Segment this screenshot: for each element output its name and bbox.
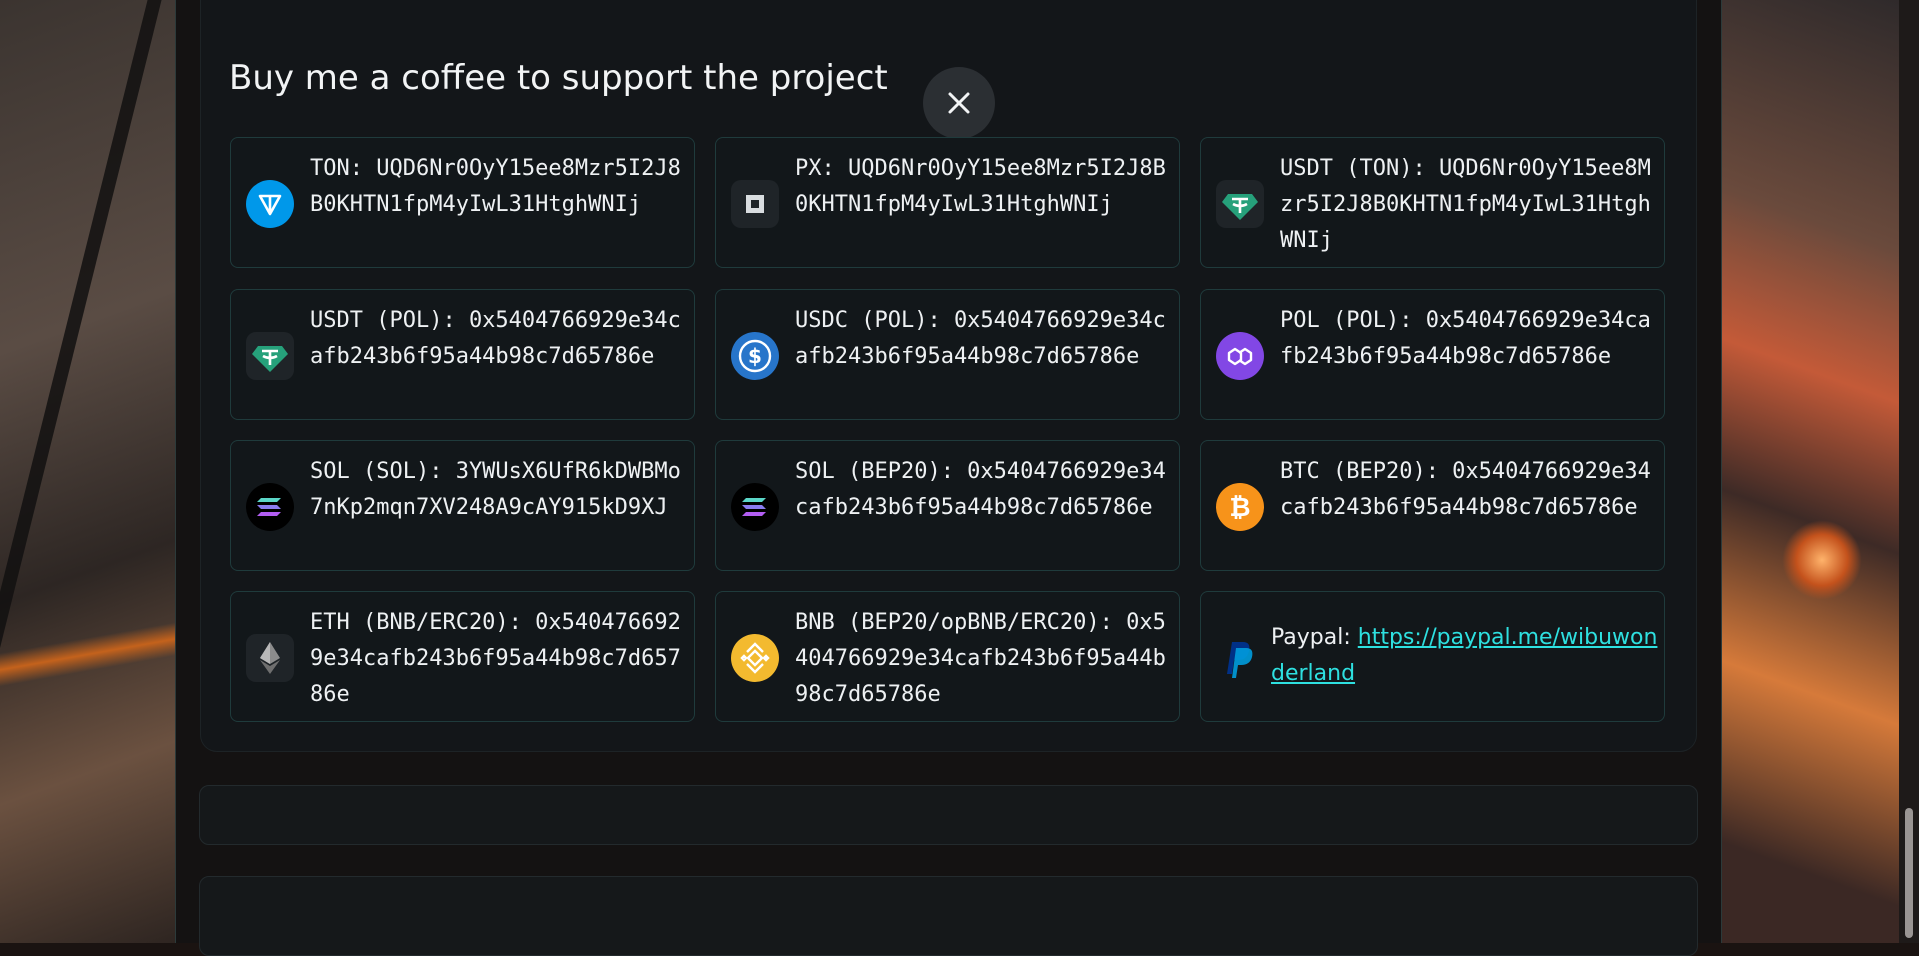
wallet-card-usdc-pol[interactable]: $ USDC (POL): 0x5404766929e34cafb243b6f9…	[715, 289, 1180, 420]
scrollbar-thumb[interactable]	[1905, 808, 1913, 938]
close-icon	[948, 92, 970, 114]
background-art-right	[1722, 0, 1899, 943]
bnb-icon	[731, 634, 779, 682]
solana-icon	[731, 483, 779, 531]
usdc-icon: $	[731, 332, 779, 380]
wallet-card-eth[interactable]: ETH (BNB/ERC20): 0x5404766929e34cafb243b…	[230, 591, 695, 722]
scrollbar[interactable]	[1899, 0, 1919, 943]
svg-text:₿: ₿	[1229, 493, 1250, 523]
modal-title: Buy me a coffee to support the project	[229, 58, 888, 98]
wallet-address-text: TON: UQD6Nr0OyY15ee8Mzr5I2J8B0KHTN1fpM4y…	[310, 156, 681, 217]
wallet-card-sol[interactable]: SOL (SOL): 3YWUsX6UfR6kDWBMo7nKp2mqn7XV2…	[230, 440, 695, 571]
paypal-label: Paypal:	[1271, 625, 1358, 650]
wallet-card-bnb[interactable]: BNB (BEP20/opBNB/ERC20): 0x5404766929e34…	[715, 591, 1180, 722]
ton-icon	[246, 180, 294, 228]
wallet-address-text: BTC (BEP20): 0x5404766929e34cafb243b6f95…	[1280, 459, 1651, 520]
wallet-card-ton[interactable]: TON: UQD6Nr0OyY15ee8Mzr5I2J8B0KHTN1fpM4y…	[230, 137, 695, 268]
close-button[interactable]	[923, 67, 995, 139]
wallet-address-text: PX: UQD6Nr0OyY15ee8Mzr5I2J8B0KHTN1fpM4yI…	[795, 156, 1166, 217]
usdt-icon	[246, 332, 294, 380]
wallet-card-paypal: Paypal: https://paypal.me/wibuwonderland	[1200, 591, 1665, 722]
polygon-icon	[1216, 332, 1264, 380]
bitcoin-icon: ₿	[1216, 483, 1264, 531]
px-icon	[731, 180, 779, 228]
wallet-card-px[interactable]: PX: UQD6Nr0OyY15ee8Mzr5I2J8B0KHTN1fpM4yI…	[715, 137, 1180, 268]
wallet-address-text: USDT (POL): 0x5404766929e34cafb243b6f95a…	[310, 308, 681, 369]
solana-icon	[246, 483, 294, 531]
wallet-address-text: BNB (BEP20/opBNB/ERC20): 0x5404766929e34…	[795, 610, 1166, 707]
wallet-address-text: USDT (TON): UQD6Nr0OyY15ee8Mzr5I2J8B0KHT…	[1280, 156, 1651, 253]
usdt-icon	[1216, 180, 1264, 228]
wallet-address-text: ETH (BNB/ERC20): 0x5404766929e34cafb243b…	[310, 610, 681, 707]
ethereum-icon	[246, 634, 294, 682]
wallet-address-text: SOL (BEP20): 0x5404766929e34cafb243b6f95…	[795, 459, 1166, 520]
wallet-card-sol-bep20[interactable]: SOL (BEP20): 0x5404766929e34cafb243b6f95…	[715, 440, 1180, 571]
background-art-left	[0, 0, 175, 943]
wallet-card-usdt-ton[interactable]: USDT (TON): UQD6Nr0OyY15ee8Mzr5I2J8B0KHT…	[1200, 137, 1665, 268]
content-panel	[199, 876, 1698, 956]
content-panel	[199, 785, 1698, 845]
svg-text:$: $	[748, 344, 762, 368]
wallet-address-text: SOL (SOL): 3YWUsX6UfR6kDWBMo7nKp2mqn7XV2…	[310, 459, 681, 520]
wallet-card-btc[interactable]: ₿ BTC (BEP20): 0x5404766929e34cafb243b6f…	[1200, 440, 1665, 571]
wallet-address-text: USDC (POL): 0x5404766929e34cafb243b6f95a…	[795, 308, 1166, 369]
wallet-card-pol[interactable]: POL (POL): 0x5404766929e34cafb243b6f95a4…	[1200, 289, 1665, 420]
wallet-card-usdt-pol[interactable]: USDT (POL): 0x5404766929e34cafb243b6f95a…	[230, 289, 695, 420]
wallet-address-text: POL (POL): 0x5404766929e34cafb243b6f95a4…	[1280, 308, 1651, 369]
paypal-icon	[1213, 634, 1261, 682]
